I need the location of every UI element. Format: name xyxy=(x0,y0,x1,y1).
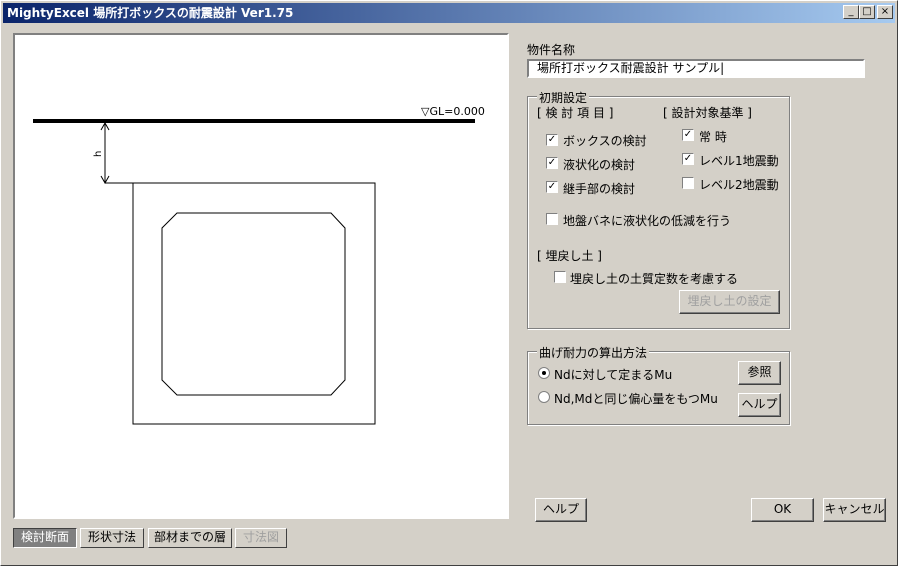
minimize-button[interactable]: _ xyxy=(843,5,859,19)
backfill-settings-button[interactable]: 埋戻し土の設定 xyxy=(679,290,780,314)
backfill-label: 埋戻し土の土質定数を考慮する xyxy=(570,272,739,286)
tab-dimension-drawing[interactable]: 寸法図 xyxy=(235,528,287,548)
close-button[interactable]: × xyxy=(877,5,893,19)
liquefaction-label: 液状化の検討 xyxy=(563,158,636,172)
window-title: MightyExcel 場所打ボックスの耐震設計 Ver1.75 xyxy=(7,6,294,20)
box-check-label: ボックスの検討 xyxy=(563,134,647,148)
eccentric-mu-label: Nd,Mdと同じ偏心量をもつMu xyxy=(554,392,718,406)
bending-help-button[interactable]: ヘルプ xyxy=(738,393,781,417)
tab-shape[interactable]: 形状寸法 xyxy=(80,528,144,548)
help-button[interactable]: ヘルプ xyxy=(535,498,587,522)
box-check-checkbox[interactable]: ✓ xyxy=(546,134,558,146)
maximize-button[interactable]: □ xyxy=(859,5,875,19)
level1-label: レベル1地震動 xyxy=(699,154,779,168)
section-drawing: ▽GL=0.000 h xyxy=(33,105,485,425)
bending-title: 曲げ耐力の算出方法 xyxy=(537,344,650,361)
spring-reduction-label: 地盤バネに液状化の低減を行う xyxy=(563,214,732,228)
nd-mu-label: Ndに対して定まるMu xyxy=(554,368,673,382)
joint-label: 継手部の検討 xyxy=(563,182,636,196)
liquefaction-checkbox[interactable]: ✓ xyxy=(546,157,558,169)
spring-reduction-checkbox[interactable] xyxy=(546,213,558,225)
tab-section[interactable]: 検討断面 xyxy=(13,528,77,548)
backfill-checkbox[interactable] xyxy=(554,271,566,283)
level2-label: レベル2地震動 xyxy=(699,178,779,192)
h-label: h xyxy=(93,151,104,157)
joint-checkbox[interactable]: ✓ xyxy=(546,181,558,193)
level2-checkbox[interactable] xyxy=(682,177,694,189)
property-name-input[interactable]: 場所打ボックス耐震設計 サンプル| xyxy=(527,59,865,78)
property-name-label: 物件名称 xyxy=(527,43,576,57)
cancel-button[interactable]: キャンセル xyxy=(823,498,886,522)
eccentric-mu-radio[interactable] xyxy=(538,391,550,403)
level1-checkbox[interactable]: ✓ xyxy=(682,153,694,165)
backfill-header: [ 埋戻し土 ] xyxy=(537,249,602,263)
check-items-header: [ 検 討 項 目 ] xyxy=(537,106,614,120)
drawing-canvas: ▽GL=0.000 h xyxy=(13,33,509,519)
normal-label: 常 時 xyxy=(699,130,727,144)
tab-layers[interactable]: 部材までの層 xyxy=(148,528,232,548)
gl-label: ▽GL=0.000 xyxy=(421,105,485,118)
normal-checkbox[interactable]: ✓ xyxy=(682,129,694,141)
nd-mu-radio[interactable] xyxy=(538,367,550,379)
ok-button[interactable]: OK xyxy=(751,498,814,522)
main-window: MightyExcel 場所打ボックスの耐震設計 Ver1.75 _ □ × ▽… xyxy=(0,0,898,566)
reference-button[interactable]: 参照 xyxy=(738,361,781,385)
box-inner xyxy=(161,212,346,396)
title-bar: MightyExcel 場所打ボックスの耐震設計 Ver1.75 xyxy=(3,3,895,23)
standard-header: [ 設計対象基準 ] xyxy=(663,106,752,120)
